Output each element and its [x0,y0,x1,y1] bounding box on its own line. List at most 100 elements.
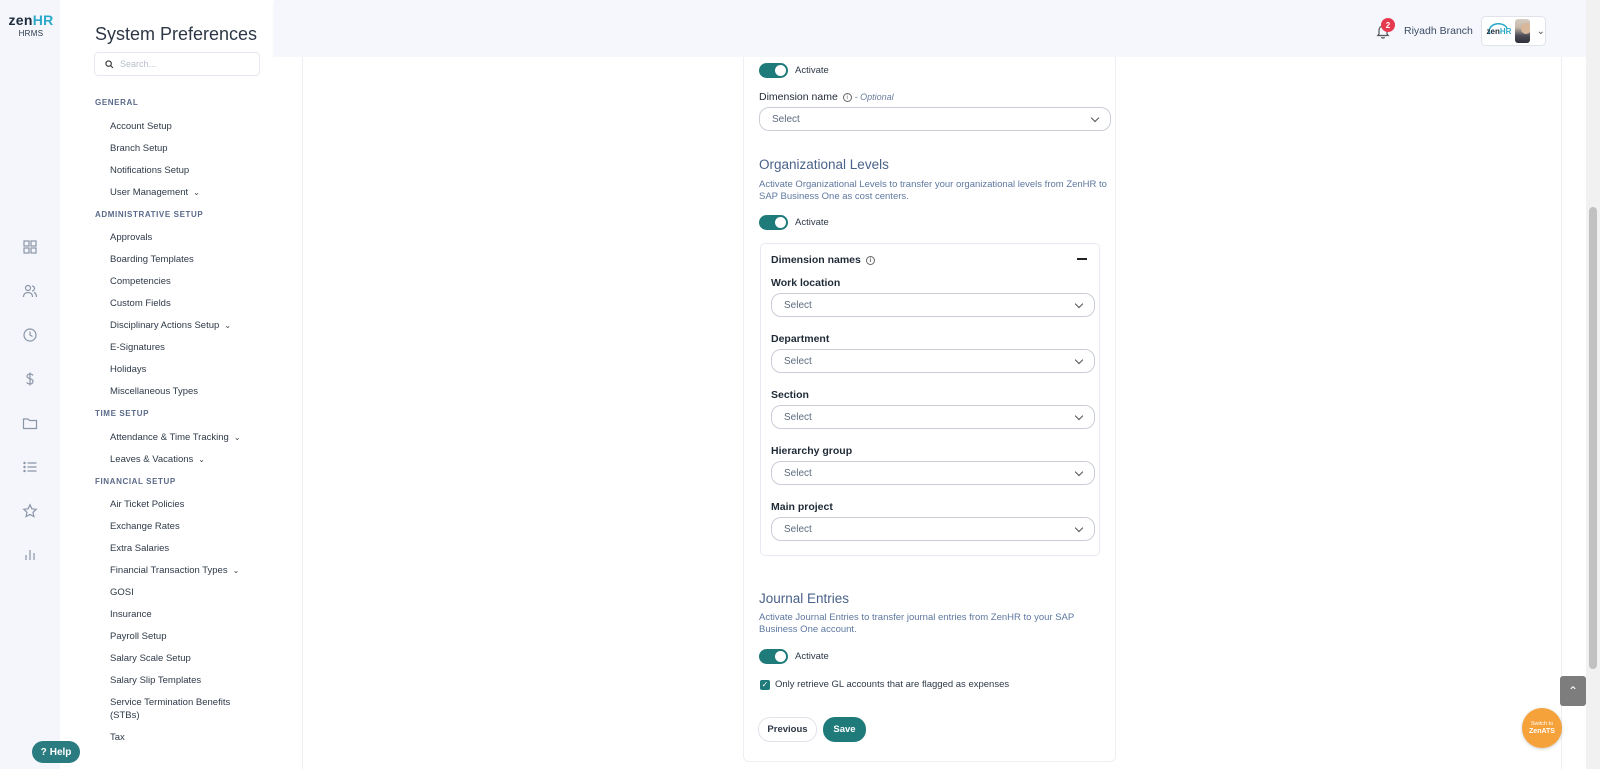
toggle-label: Activate [795,217,829,228]
folder-icon[interactable] [22,415,38,431]
sidebar-item-account-setup[interactable]: Account Setup [110,120,172,133]
sidebar-item-exchange-rates[interactable]: Exchange Rates [110,520,180,533]
scroll-to-top-button[interactable]: ⌃ [1560,676,1586,706]
department-label: Department [771,333,830,345]
sidebar-item-attendance-time-tracking[interactable]: Attendance & Time Tracking ⌄ [110,431,241,444]
search-icon [105,59,114,68]
chevron-down-icon: ⌄ [233,433,241,442]
org-levels-description: Activate Organizational Levels to transf… [759,179,1107,202]
sidebar-item-custom-fields[interactable]: Custom Fields [110,297,171,310]
dollar-icon[interactable] [22,371,38,387]
chevron-up-icon: ⌃ [1567,684,1579,698]
sidebar-item-tax[interactable]: Tax [110,731,125,744]
save-button[interactable]: Save [823,717,866,742]
zenhr-logo[interactable]: zenHR HRMS [8,12,54,38]
chevron-down-icon [1074,523,1084,533]
journal-entries-description: Activate Journal Entries to transfer jou… [759,612,1075,635]
sidebar-item-boarding-templates[interactable]: Boarding Templates [110,253,194,266]
chevron-down-icon: ⌄ [224,321,232,330]
sidebar-item-financial-transaction-types[interactable]: Financial Transaction Types ⌄ [110,564,239,577]
branch-name[interactable]: Riyadh Branch [1404,25,1473,37]
toggle-label: Activate [795,65,829,76]
help-button[interactable]: ? Help [32,741,80,763]
sidebar-item-competencies[interactable]: Competencies [110,275,171,288]
chevron-down-icon [1090,113,1100,123]
sidebar-item-gosi[interactable]: GOSI [110,586,134,599]
main-content: Activate Dimension name i - Optional Sel… [274,57,1600,769]
journal-activate-toggle[interactable] [759,649,788,664]
dimension-names-label: Dimension names i [771,254,875,266]
org-levels-activate-toggle[interactable] [759,215,788,230]
sidebar-item-notifications-setup[interactable]: Notifications Setup [110,164,189,177]
sidebar-item-air-ticket-policies[interactable]: Air Ticket Policies [110,498,184,511]
org-levels-title: Organizational Levels [759,157,889,172]
sidebar-item-approvals[interactable]: Approvals [110,231,152,244]
sidebar-item-disciplinary-actions-setup[interactable]: Disciplinary Actions Setup ⌄ [110,319,231,332]
chevron-down-icon [1074,467,1084,477]
bar-chart-icon[interactable] [22,547,38,563]
chevron-down-icon: ⌄ [1536,25,1545,37]
sidebar-item-user-management[interactable]: User Management ⌄ [110,186,200,199]
info-icon[interactable]: i [842,92,852,102]
previous-button[interactable]: Previous [758,717,817,742]
info-icon[interactable]: i [865,255,875,265]
avatar [1515,19,1530,43]
section-label: Section [771,389,809,401]
gl-expenses-label: Only retrieve GL accounts that are flagg… [775,679,1010,690]
star-icon[interactable] [22,503,38,519]
sidebar-item-salary-scale-setup[interactable]: Salary Scale Setup [110,652,191,665]
chevron-down-icon: ⌄ [193,188,200,197]
switch-to-zenats-button[interactable]: Switch to ZenATS [1522,708,1562,748]
chevron-down-icon [1074,299,1084,309]
settings-sidebar: System Preferences GENERAL Account Setup… [60,0,274,769]
toggle-label: Activate [795,651,829,662]
sidebar-item-payroll-setup[interactable]: Payroll Setup [110,630,167,643]
notification-badge: 2 [1381,18,1395,32]
search-input[interactable] [120,59,240,69]
chevron-down-icon: ⌄ [232,566,240,575]
section-time-setup: TIME SETUP [95,409,150,418]
dimension-name-label: Dimension name i - Optional [759,91,894,103]
main-project-label: Main project [771,501,833,513]
section-financial-setup: FINANCIAL SETUP [95,477,176,486]
main-project-select[interactable]: Select [771,517,1095,541]
scrollbar-thumb[interactable] [1589,207,1597,669]
sidebar-item-holidays[interactable]: Holidays [110,363,146,376]
clock-icon[interactable] [22,327,38,343]
dashboard-icon[interactable] [22,239,38,255]
sidebar-item-e-signatures[interactable]: E-Signatures [110,341,165,354]
people-icon[interactable] [22,283,38,299]
dimension-names-panel: Dimension names i Work location Select D… [760,243,1100,556]
zenhr-account-logo: zenHR [1487,22,1511,40]
help-icon: ? [40,746,47,758]
section-administrative-setup: ADMINISTRATIVE SETUP [95,210,204,219]
account-switcher[interactable]: zenHR ⌄ [1481,16,1546,46]
sidebar-item-extra-salaries[interactable]: Extra Salaries [110,542,169,555]
sidebar-item-leaves-vacations[interactable]: Leaves & Vacations ⌄ [110,453,205,466]
dimension-activate-toggle[interactable] [759,63,788,78]
chevron-down-icon: ⌄ [198,455,205,464]
hierarchy-group-label: Hierarchy group [771,445,853,457]
work-location-label: Work location [771,277,841,289]
top-header [274,0,1600,57]
sidebar-item-miscellaneous-types[interactable]: Miscellaneous Types [110,385,198,398]
collapse-icon[interactable] [1077,258,1087,260]
icon-rail: zenHR HRMS [0,0,60,769]
sidebar-item-branch-setup[interactable]: Branch Setup [110,142,168,155]
work-location-select[interactable]: Select [771,293,1095,317]
sidebar-item-salary-slip-templates[interactable]: Salary Slip Templates [110,674,201,687]
sidebar-item-insurance[interactable]: Insurance [110,608,152,621]
section-select[interactable]: Select [771,405,1095,429]
search-box[interactable] [94,52,260,76]
journal-entries-title: Journal Entries [759,591,850,606]
page-title: System Preferences [95,24,258,44]
check-icon: ✓ [761,680,769,689]
sidebar-item-service-termination-benefits[interactable]: Service Termination Benefits (STBs) [110,696,230,722]
section-general: GENERAL [95,98,139,107]
hierarchy-group-select[interactable]: Select [771,461,1095,485]
list-icon[interactable] [22,459,38,475]
dimension-name-select[interactable]: Select [759,107,1111,131]
gl-expenses-checkbox[interactable]: ✓ [760,680,770,690]
chevron-down-icon [1074,411,1084,421]
department-select[interactable]: Select [771,349,1095,373]
